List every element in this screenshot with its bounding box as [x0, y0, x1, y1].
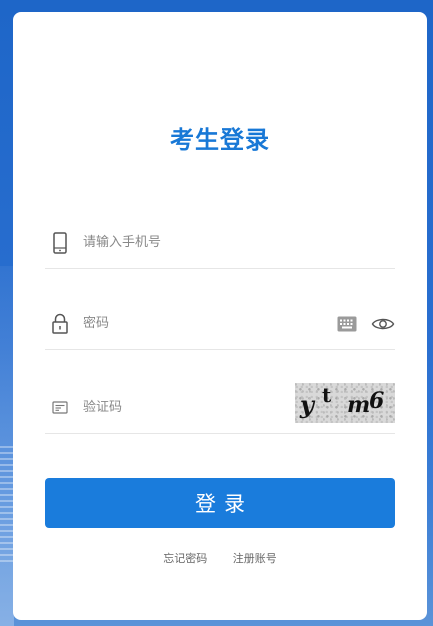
page-title: 考生登录 — [170, 126, 270, 154]
phone-row — [45, 218, 395, 269]
captcha-char: t — [322, 383, 332, 407]
footer-links: 忘记密码 注册账号 — [13, 550, 427, 566]
phone-input[interactable] — [83, 230, 283, 254]
captcha-image[interactable]: y t m 6 — [295, 383, 395, 423]
phone-icon — [50, 232, 70, 254]
captcha-row: y t m 6 — [45, 383, 395, 434]
background-building-windows — [0, 446, 14, 566]
captcha-card-icon — [50, 397, 70, 419]
password-row — [45, 299, 395, 350]
captcha-char: m — [347, 392, 371, 418]
captcha-char: 6 — [369, 388, 385, 414]
register-link[interactable]: 注册账号 — [233, 552, 277, 565]
keyboard-icon[interactable] — [337, 316, 357, 332]
eye-icon[interactable] — [371, 315, 395, 333]
forgot-password-link[interactable]: 忘记密码 — [163, 552, 207, 565]
captcha-input[interactable] — [83, 395, 283, 419]
login-button[interactable]: 登录 — [45, 478, 395, 528]
captcha-char: y — [300, 390, 314, 419]
lock-icon — [50, 313, 70, 335]
login-card: 考生登录 请输入手机号 验证码 y t m 6 登录 忘记密码 注册账号 — [13, 12, 427, 620]
password-input[interactable] — [83, 311, 283, 335]
